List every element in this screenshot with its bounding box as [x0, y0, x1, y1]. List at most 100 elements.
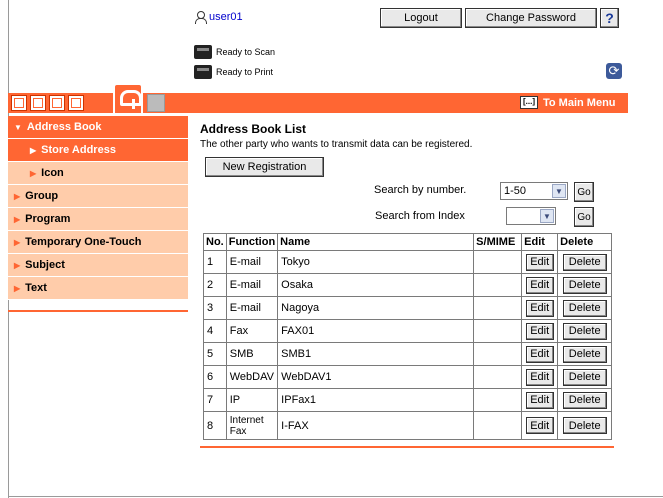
row-smime — [473, 250, 523, 274]
row-name: FAX01 — [277, 319, 475, 343]
delete-button[interactable]: Delete — [562, 322, 607, 340]
tab-fax-scan-icon[interactable] — [113, 83, 143, 113]
row-delete-cell: Delete — [557, 411, 613, 440]
table-header-row: No. Function Name S/MIME Edit Delete — [203, 233, 613, 251]
search-index-label: Search from Index — [375, 210, 465, 222]
edit-button[interactable]: Edit — [525, 322, 554, 340]
delete-button[interactable]: Delete — [562, 299, 607, 317]
table-row: 1 E-mail Tokyo Edit Delete — [203, 250, 613, 274]
frame-bottom-border — [8, 496, 663, 497]
row-name: Nagoya — [277, 296, 475, 320]
triangle-right-icon: ▶ — [14, 214, 21, 224]
printer-icon — [194, 65, 212, 79]
edit-button[interactable]: Edit — [525, 368, 554, 386]
column-header-edit: Edit — [521, 233, 559, 251]
tab-store-address-icon[interactable] — [68, 95, 84, 111]
edit-button[interactable]: Edit — [525, 253, 554, 271]
logout-button[interactable]: Logout — [380, 8, 462, 28]
delete-button[interactable]: Delete — [562, 417, 607, 434]
row-function: Internet Fax — [225, 411, 279, 440]
row-edit-cell: Edit — [521, 319, 559, 343]
delete-button[interactable]: Delete — [562, 253, 607, 271]
tab-direct-print-icon[interactable] — [49, 95, 65, 111]
search-number-select[interactable]: 1-50 ▼ — [500, 182, 568, 200]
row-smime — [473, 388, 523, 412]
column-header-no: No. — [203, 233, 227, 251]
table-body: 1 E-mail Tokyo Edit Delete 2 E-mail Osaka Edit De… — [203, 250, 613, 440]
edit-button[interactable]: Edit — [525, 417, 554, 434]
user-info: user01 — [194, 11, 243, 24]
triangle-right-icon: ▶ — [14, 260, 21, 270]
column-header-name: Name — [277, 233, 475, 251]
page-title: Address Book List — [200, 122, 307, 136]
column-header-function: Function — [225, 233, 279, 251]
tab-settings-icon[interactable] — [147, 94, 165, 112]
row-delete-cell: Delete — [557, 273, 613, 297]
row-edit-cell: Edit — [521, 388, 559, 412]
row-smime — [473, 365, 523, 389]
row-function: WebDAV — [225, 365, 279, 389]
row-edit-cell: Edit — [521, 365, 559, 389]
table-row: 8 Internet Fax I-FAX Edit Delete — [203, 411, 613, 440]
sidebar-item-store-address[interactable]: ▶ Store Address — [8, 139, 188, 162]
column-header-delete: Delete — [557, 233, 613, 251]
go-button-index[interactable]: Go — [574, 207, 594, 227]
row-name: Tokyo — [277, 250, 475, 274]
row-delete-cell: Delete — [557, 342, 613, 366]
row-no: 1 — [203, 250, 227, 274]
sidebar-item-group[interactable]: ▶ Group — [8, 185, 188, 208]
refresh-icon[interactable]: ⟳ — [606, 63, 622, 79]
edit-button[interactable]: Edit — [525, 299, 554, 317]
delete-button[interactable]: Delete — [562, 368, 607, 386]
delete-button[interactable]: Delete — [562, 345, 607, 363]
help-button[interactable]: ? — [600, 8, 619, 28]
tab-box-icon[interactable] — [30, 95, 46, 111]
scan-status-text: Ready to Scan — [216, 47, 276, 57]
search-index-select[interactable]: ▼ — [506, 207, 556, 225]
row-function: Fax — [225, 319, 279, 343]
delete-button[interactable]: Delete — [562, 276, 607, 294]
row-smime — [473, 411, 523, 440]
search-number-value: 1-50 — [504, 185, 527, 197]
page-description: The other party who wants to transmit da… — [200, 139, 473, 150]
sidebar-divider — [8, 310, 188, 312]
tab-job-icon[interactable] — [11, 95, 27, 111]
delete-button[interactable]: Delete — [562, 391, 607, 409]
go-button-number[interactable]: Go — [574, 182, 594, 202]
row-function: SMB — [225, 342, 279, 366]
row-delete-cell: Delete — [557, 250, 613, 274]
new-registration-button[interactable]: New Registration — [205, 157, 324, 177]
sidebar-item-address-book[interactable]: ▼ Address Book — [8, 116, 188, 139]
row-smime — [473, 273, 523, 297]
scan-status: Ready to Scan — [194, 45, 275, 59]
to-main-menu-label: To Main Menu — [543, 96, 616, 109]
row-name: Osaka — [277, 273, 475, 297]
change-password-button[interactable]: Change Password — [465, 8, 597, 28]
edit-button[interactable]: Edit — [525, 345, 554, 363]
row-delete-cell: Delete — [557, 296, 613, 320]
sidebar-item-subject[interactable]: ▶ Subject — [8, 254, 188, 277]
row-no: 4 — [203, 319, 227, 343]
sidebar-item-program[interactable]: ▶ Program — [8, 208, 188, 231]
table-row: 6 WebDAV WebDAV1 Edit Delete — [203, 365, 613, 389]
row-edit-cell: Edit — [521, 342, 559, 366]
sidebar-item-temporary-one-touch[interactable]: ▶ Temporary One-Touch — [8, 231, 188, 254]
to-main-menu-link[interactable]: [...] To Main Menu — [520, 96, 616, 109]
column-header-smime: S/MIME — [473, 233, 523, 251]
sidebar-item-icon[interactable]: ▶ Icon — [8, 162, 188, 185]
row-function: E-mail — [225, 296, 279, 320]
print-status-text: Ready to Print — [216, 67, 274, 77]
sidebar-item-text[interactable]: ▶ Text — [8, 277, 188, 300]
chevron-down-icon: ▼ — [552, 184, 566, 198]
row-function: E-mail — [225, 250, 279, 274]
row-no: 7 — [203, 388, 227, 412]
edit-button[interactable]: Edit — [525, 276, 554, 294]
row-no: 5 — [203, 342, 227, 366]
triangle-right-icon: ▶ — [14, 283, 21, 293]
edit-button[interactable]: Edit — [525, 391, 554, 409]
print-status: Ready to Print — [194, 65, 273, 79]
table-row: 3 E-mail Nagoya Edit Delete — [203, 296, 613, 320]
main-menu-icon: [...] — [520, 96, 538, 109]
scanner-icon — [194, 45, 212, 59]
triangle-right-icon: ▶ — [30, 145, 37, 155]
